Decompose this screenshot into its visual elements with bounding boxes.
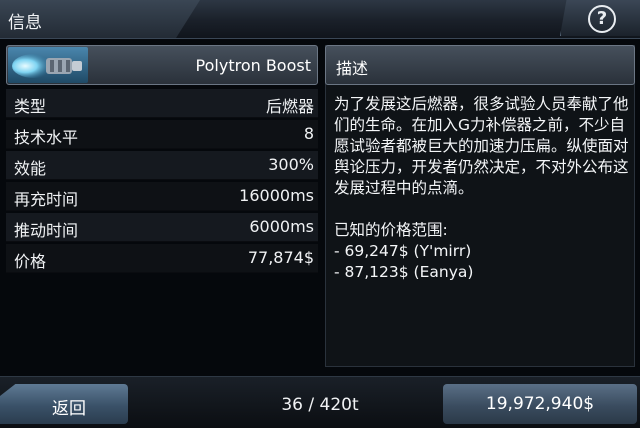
stat-row-price: 价格 77,874$ [6, 244, 318, 273]
stat-value: 8 [303, 124, 314, 143]
stat-label: 效能 [14, 159, 47, 178]
stat-label: 类型 [14, 97, 47, 116]
credits-value: 19,972,940$ [485, 394, 595, 414]
page-title: 信息 [8, 13, 42, 33]
description-panel: 描述 为了发展这后燃器，很多试验人员奉献了他们的生命。在加入G力补偿器之前，不少… [325, 45, 635, 367]
afterburner-thruster-icon [8, 47, 88, 83]
description-title: 描述 [336, 59, 369, 78]
stat-value: 300% [268, 155, 314, 174]
stat-label: 技术水平 [14, 128, 79, 147]
stat-row-efficiency: 效能 300% [6, 151, 318, 180]
credits-display[interactable]: 19,972,940$ [443, 384, 637, 424]
help-button[interactable]: ? [560, 0, 640, 36]
stat-value: 后燃器 [265, 97, 314, 116]
question-icon: ? [588, 5, 616, 33]
stat-value: 16000ms [239, 186, 314, 205]
stat-label: 价格 [14, 252, 47, 271]
description-text: 为了发展这后燃器，很多试验人员奉献了他们的生命。在加入G力补偿器之前，不少自愿试… [334, 95, 629, 281]
item-name: Polytron Boost [195, 56, 311, 75]
stat-row-type: 类型 后燃器 [6, 89, 318, 118]
description-header: 描述 [325, 45, 635, 85]
item-header: Polytron Boost [6, 45, 318, 85]
stat-label: 推动时间 [14, 221, 79, 240]
top-bar: 信息 ? [0, 0, 640, 39]
stat-label: 再充时间 [14, 190, 79, 209]
stat-value: 77,874$ [247, 248, 314, 267]
item-stats-panel: Polytron Boost 类型 后燃器 技术水平 8 效能 300% 再充时… [6, 45, 318, 367]
stat-row-tech-level: 技术水平 8 [6, 120, 318, 149]
stat-value: 6000ms [249, 217, 314, 236]
stat-row-boost-time: 推动时间 6000ms [6, 213, 318, 242]
stat-row-recharge-time: 再充时间 16000ms [6, 182, 318, 211]
